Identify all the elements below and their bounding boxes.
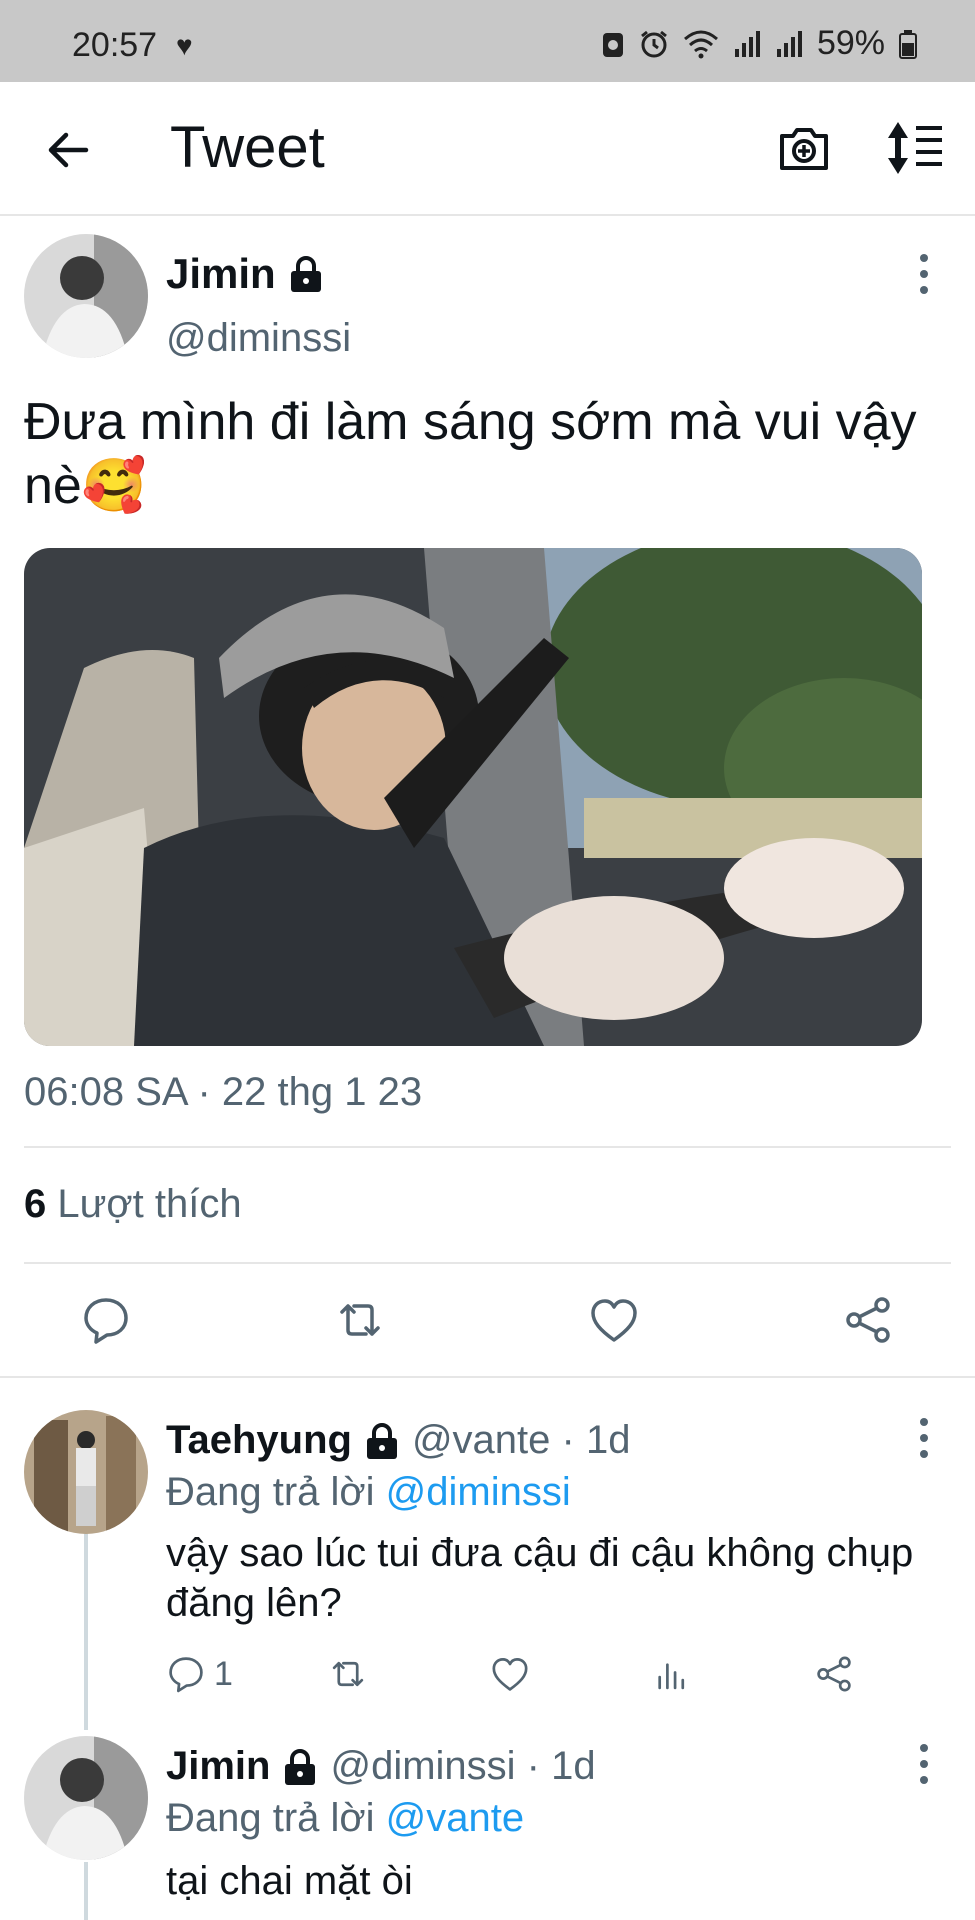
- likes-count-link[interactable]: 6 Lượt thích: [24, 1182, 242, 1227]
- retweet-icon[interactable]: [334, 1294, 386, 1346]
- replying-mention[interactable]: @vante: [386, 1796, 524, 1840]
- replying-to: Đang trả lời @vante: [166, 1796, 524, 1841]
- reply-text: vậy sao lúc tui đưa cậu đi cậu không chụ…: [166, 1531, 914, 1625]
- more-options-icon[interactable]: [904, 1410, 944, 1466]
- more-options-icon[interactable]: [904, 1736, 944, 1792]
- retweet-button[interactable]: [328, 1654, 368, 1694]
- status-icons: 59%: [601, 24, 917, 63]
- reply-icon: [169, 1657, 203, 1693]
- reply-author-row: Taehyung @vante · 1d: [166, 1418, 630, 1463]
- tweet-text: Đưa mình đi làm sáng sớm mà vui vậy nè🥰: [24, 393, 917, 515]
- thread-line: [84, 1862, 88, 1920]
- lock-icon: [285, 1748, 316, 1785]
- page-title: Tweet: [170, 115, 325, 180]
- photo-driving: [24, 548, 922, 1046]
- retweet-icon: [332, 1661, 364, 1687]
- avatar-image: [24, 234, 148, 358]
- replying-mention[interactable]: @diminssi: [386, 1470, 571, 1514]
- heart-icon: ♥: [176, 30, 193, 61]
- camera-plus-icon[interactable]: [776, 120, 832, 176]
- analytics-icon: [658, 1663, 685, 1690]
- like-icon[interactable]: [588, 1294, 640, 1346]
- reply-button[interactable]: 1: [166, 1654, 233, 1694]
- signal-icon: [776, 30, 802, 57]
- battery-percent: 59%: [816, 24, 885, 62]
- share-icon[interactable]: [842, 1294, 894, 1346]
- back-arrow-icon[interactable]: [40, 122, 96, 178]
- divider: [24, 1146, 951, 1148]
- sort-icon[interactable]: [884, 118, 946, 178]
- reply-count: 1: [214, 1654, 233, 1693]
- share-button[interactable]: [814, 1654, 854, 1694]
- avatar-image: [24, 1410, 148, 1534]
- replying-to: Đang trả lời @diminssi: [166, 1470, 571, 1515]
- top-app-bar: Tweet: [0, 82, 975, 216]
- likes-count: 6: [24, 1182, 47, 1226]
- reply-icon[interactable]: [80, 1294, 132, 1346]
- author-handle[interactable]: @diminssi: [166, 316, 351, 361]
- divider: [24, 1262, 951, 1264]
- like-icon: [492, 1658, 528, 1691]
- divider: [0, 1376, 975, 1378]
- author-row: Jimin: [166, 250, 326, 298]
- replying-prefix: Đang trả lời: [166, 1470, 375, 1514]
- analytics-button[interactable]: [652, 1654, 692, 1694]
- tweet-timestamp: 06:08 SA · 22 thg 1 23: [24, 1070, 423, 1114]
- reply-author-name[interactable]: Taehyung: [166, 1418, 352, 1463]
- battery-icon: [899, 29, 917, 59]
- thread-line: [84, 1532, 88, 1730]
- author-name[interactable]: Jimin: [166, 250, 276, 298]
- tweet-media[interactable]: [24, 548, 922, 1046]
- signal-icon: [734, 30, 760, 57]
- share-icon: [817, 1656, 851, 1692]
- avatar[interactable]: [24, 234, 148, 358]
- lock-icon: [366, 1422, 397, 1459]
- avatar[interactable]: [24, 1410, 148, 1534]
- lock-icon: [290, 256, 321, 292]
- reply-handle-time: @diminssi · 1d: [330, 1744, 596, 1788]
- avatar[interactable]: [24, 1736, 148, 1860]
- like-button[interactable]: [490, 1654, 530, 1694]
- reply-author-name[interactable]: Jimin: [166, 1744, 270, 1789]
- save-icon: [602, 32, 623, 57]
- likes-label: Lượt thích: [57, 1182, 242, 1226]
- reply-author-row: Jimin @diminssi · 1d: [166, 1744, 596, 1789]
- alarm-icon: [641, 30, 667, 57]
- replying-prefix: Đang trả lời: [166, 1796, 375, 1840]
- wifi-icon: [683, 30, 718, 58]
- avatar-image: [24, 1736, 148, 1860]
- more-options-icon[interactable]: [904, 246, 944, 302]
- status-bar: 20:57 ♥ 59%: [0, 0, 975, 82]
- reply-text: tại chai mặt òi: [166, 1859, 413, 1903]
- status-time: 20:57: [72, 26, 158, 64]
- reply-handle-time: @vante · 1d: [411, 1418, 631, 1462]
